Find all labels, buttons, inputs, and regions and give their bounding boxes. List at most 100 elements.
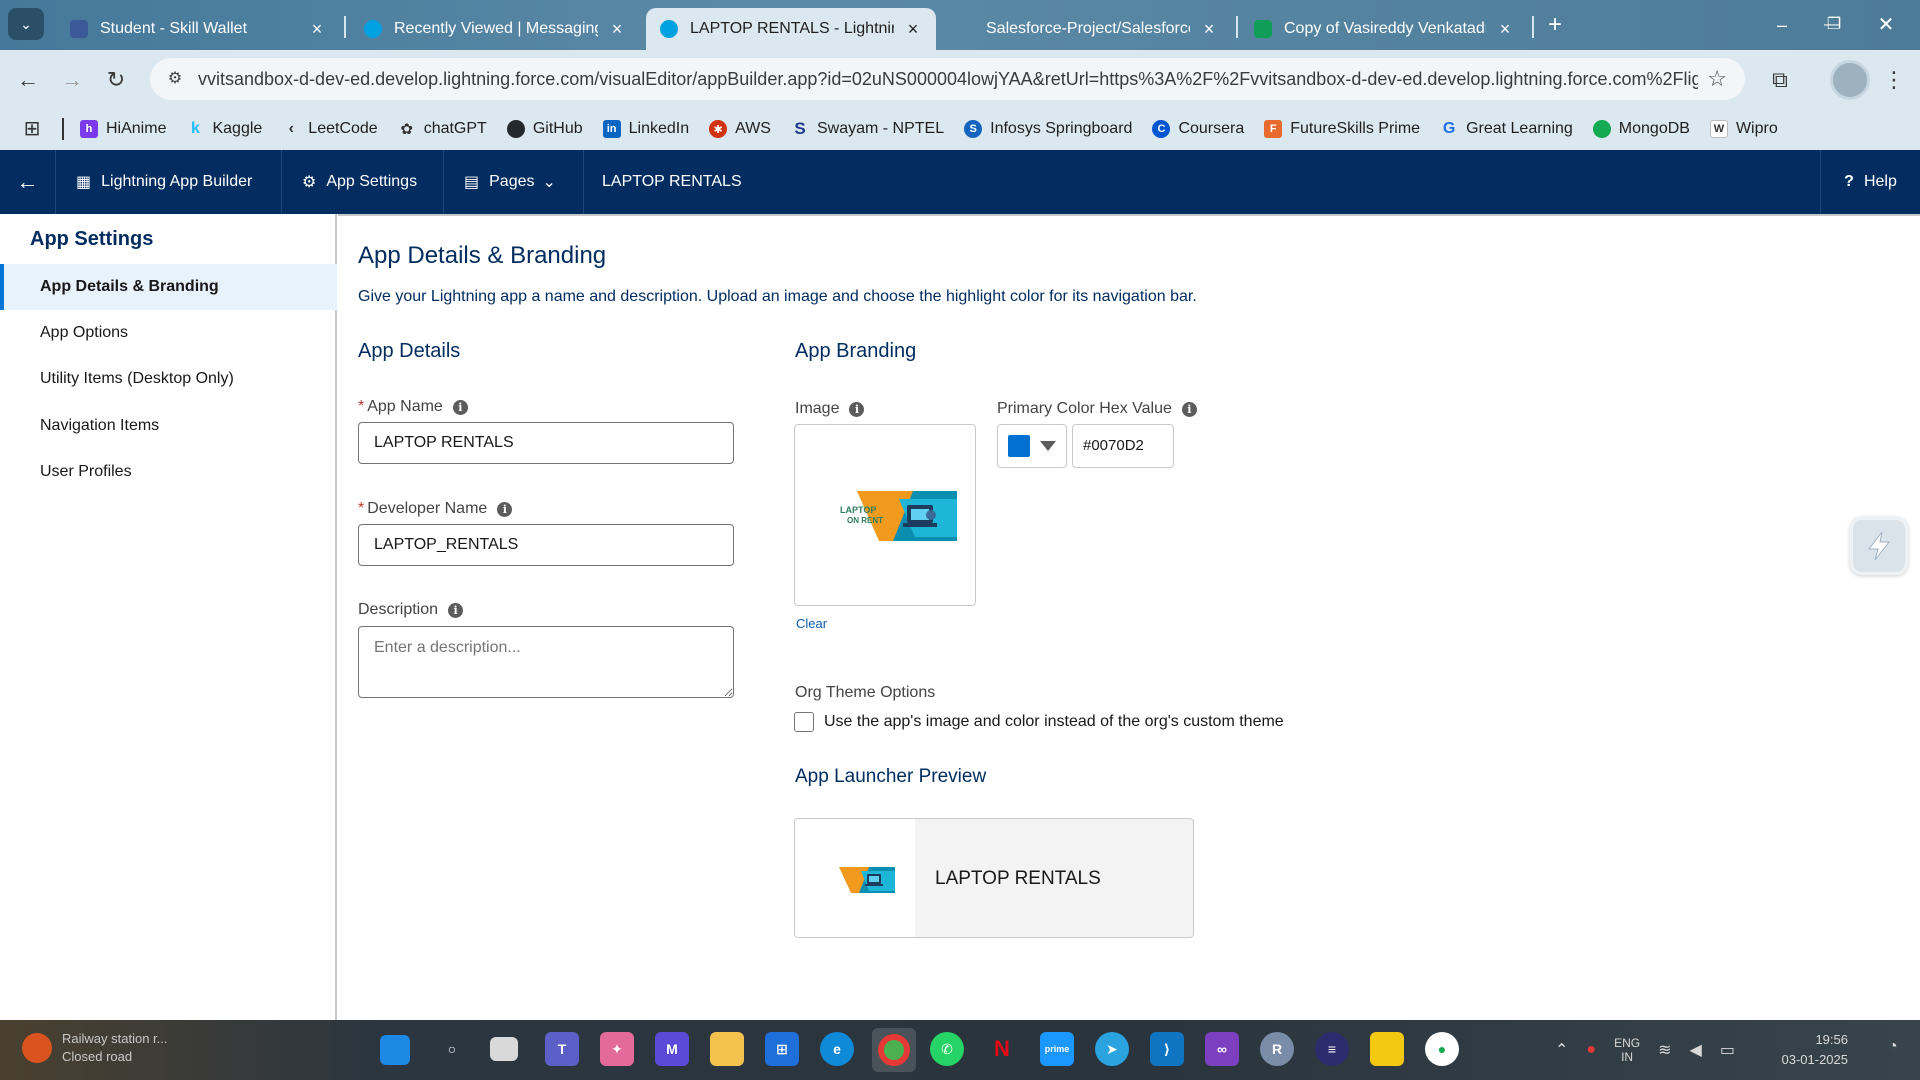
forward-arrow-icon[interactable]: → (56, 64, 88, 96)
bookmark-star-icon[interactable]: ☆ (1707, 66, 1727, 92)
org-theme-checkbox[interactable] (794, 712, 814, 732)
minimize-window-icon[interactable]: – (1762, 10, 1802, 40)
info-icon[interactable]: i (448, 602, 464, 618)
primary-color-hex-input[interactable]: #0070D2 (1072, 424, 1174, 468)
clock[interactable]: 19:56 03-01-2025 (1778, 1030, 1849, 1070)
bookmark-kaggle[interactable]: k Kaggle (186, 120, 262, 138)
sidebar-item-navigation-items[interactable]: Navigation Items (0, 403, 337, 449)
bookmark-leetcode[interactable]: ‹ LeetCode (282, 120, 378, 138)
close-tab-icon[interactable]: × (1200, 20, 1218, 38)
wifi-icon[interactable]: ≋ (1658, 1040, 1671, 1060)
close-tab-icon[interactable]: × (608, 20, 626, 38)
org-theme-checkbox-label[interactable]: Use the app's image and color instead of… (824, 712, 1284, 732)
close-tab-icon[interactable]: × (308, 20, 326, 38)
url-text[interactable]: vvitsandbox-d-dev-ed.develop.lightning.f… (198, 69, 1698, 90)
battery-icon[interactable]: ▭ (1720, 1040, 1735, 1060)
browser-tab[interactable]: Copy of Vasireddy Venkatadri In × (1240, 8, 1528, 50)
volume-icon[interactable]: ◀ (1690, 1040, 1702, 1060)
visual-studio-icon[interactable]: ∞ (1205, 1032, 1239, 1066)
address-bar[interactable]: ⚙ vvitsandbox-d-dev-ed.develop.lightning… (150, 58, 1745, 100)
eclipse-icon[interactable]: ≡ (1315, 1032, 1349, 1066)
bookmark-chatgpt[interactable]: ✿ chatGPT (398, 120, 486, 138)
notification-bell-icon[interactable]: ◔ (1888, 1038, 1908, 1058)
whatsapp-icon[interactable]: ✆ (930, 1032, 964, 1066)
app-tray-icon[interactable]: ● (1586, 1041, 1596, 1059)
developer-name-label-row: * Developer Name i (358, 500, 513, 518)
sidebar-item-app-details-branding[interactable]: App Details & Branding (0, 264, 337, 310)
task-view-icon[interactable] (490, 1037, 518, 1061)
developer-name-input[interactable]: LAPTOP_RENTALS (358, 524, 734, 566)
bookmark-wipro[interactable]: W Wipro (1709, 120, 1778, 138)
browser-tab[interactable]: Student - Skill Wallet × (56, 8, 340, 50)
pages-dropdown[interactable]: ▤ Pages ⌄ (444, 150, 584, 214)
back-arrow-icon[interactable]: ← (12, 64, 44, 96)
sidebar-item-app-options[interactable]: App Options (0, 310, 337, 356)
app-branding-heading: App Branding (795, 340, 917, 362)
bookmark-github[interactable]: GitHub (506, 120, 583, 138)
language-indicator[interactable]: ENG IN (1614, 1036, 1640, 1064)
futureskills-icon: F (1264, 120, 1283, 138)
bookmark-linkedin[interactable]: in LinkedIn (602, 120, 689, 138)
profile-avatar[interactable] (1830, 60, 1870, 100)
microsoft-store-icon[interactable]: ⊞ (765, 1032, 799, 1066)
copilot-icon[interactable]: ✦ (600, 1032, 634, 1066)
back-arrow-icon[interactable]: ← (0, 150, 56, 214)
bookmark-label: Wipro (1735, 120, 1778, 137)
file-explorer-icon[interactable] (710, 1032, 744, 1066)
bookmark-label: Swayam - NPTEL (816, 120, 945, 137)
clear-image-link[interactable]: Clear (796, 616, 827, 631)
help-button[interactable]: ? Help (1820, 150, 1920, 214)
sidebar-item-user-profiles[interactable]: User Profiles (0, 449, 337, 495)
markdown-app-icon[interactable]: M (655, 1032, 689, 1066)
chevron-up-icon[interactable]: ⌃ (1555, 1040, 1568, 1060)
new-tab-icon[interactable]: + (1540, 12, 1570, 40)
info-icon[interactable]: i (849, 401, 865, 417)
browser-tab-active[interactable]: LAPTOP RENTALS - Lightning A × (646, 8, 936, 50)
restore-window-icon[interactable]: ❐ (1814, 10, 1854, 40)
color-picker-button[interactable] (997, 424, 1067, 468)
close-tab-icon[interactable]: × (1496, 20, 1514, 38)
tab-search-chevron-icon[interactable]: ⌄ (8, 8, 44, 40)
description-textarea[interactable] (358, 626, 734, 698)
r-language-icon[interactable]: R (1260, 1032, 1294, 1066)
bookmark-hianime[interactable]: h HiAnime (80, 120, 166, 138)
prime-video-icon[interactable]: prime (1040, 1032, 1074, 1066)
close-window-icon[interactable]: ✕ (1866, 10, 1906, 40)
weather-widget[interactable]: Railway station r... Closed road (22, 1030, 168, 1066)
bookmark-mongodb[interactable]: MongoDB (1592, 120, 1690, 138)
bookmark-great-learning[interactable]: G Great Learning (1440, 120, 1573, 138)
bolt-shape (1867, 531, 1891, 561)
bookmark-label: LeetCode (308, 120, 378, 137)
windows-start-icon[interactable] (380, 1035, 410, 1065)
search-icon[interactable]: ○ (435, 1032, 469, 1066)
browser-tab[interactable]: Salesforce-Project/Salesforce P × (942, 8, 1232, 50)
extensions-puzzle-icon[interactable]: ⧉ (1764, 64, 1796, 96)
bookmark-swayam[interactable]: S Swayam - NPTEL (791, 119, 945, 138)
bookmark-infosys[interactable]: S Infosys Springboard (964, 120, 1132, 138)
mongodb-compass-icon[interactable]: ● (1425, 1032, 1459, 1066)
info-icon[interactable]: i (1181, 401, 1197, 417)
edge-icon[interactable]: e (820, 1032, 854, 1066)
app-settings-button[interactable]: ⚙ App Settings (282, 150, 444, 214)
teams-icon[interactable]: T (545, 1032, 579, 1066)
close-tab-icon[interactable]: × (904, 20, 922, 38)
bookmark-aws[interactable]: ✱ AWS (709, 120, 771, 138)
vscode-icon[interactable]: ⟩ (1150, 1032, 1184, 1066)
telegram-icon[interactable]: ➤ (1095, 1032, 1129, 1066)
info-icon[interactable]: i (497, 501, 513, 517)
reload-icon[interactable]: ↻ (100, 64, 132, 96)
bookmark-coursera[interactable]: C Coursera (1152, 120, 1244, 138)
sidebar-item-utility-items[interactable]: Utility Items (Desktop Only) (0, 356, 337, 402)
netflix-icon[interactable]: N (985, 1032, 1019, 1066)
site-settings-icon[interactable]: ⚙ (164, 68, 186, 90)
browser-menu-icon[interactable]: ⋮ (1878, 64, 1910, 96)
browser-tab[interactable]: Recently Viewed | Messaging U × (350, 8, 640, 50)
app-name-input[interactable]: LAPTOP RENTALS (358, 422, 734, 464)
apps-grid-icon[interactable]: ⊞ (20, 117, 44, 141)
lightning-bolt-icon[interactable] (1850, 517, 1908, 575)
power-bi-icon[interactable] (1370, 1032, 1404, 1066)
app-image-upload[interactable]: LAPTOP ON RENT (794, 424, 976, 606)
info-icon[interactable]: i (452, 399, 468, 415)
chrome-icon[interactable] (872, 1028, 916, 1072)
bookmark-futureskills[interactable]: F FutureSkills Prime (1264, 120, 1420, 138)
